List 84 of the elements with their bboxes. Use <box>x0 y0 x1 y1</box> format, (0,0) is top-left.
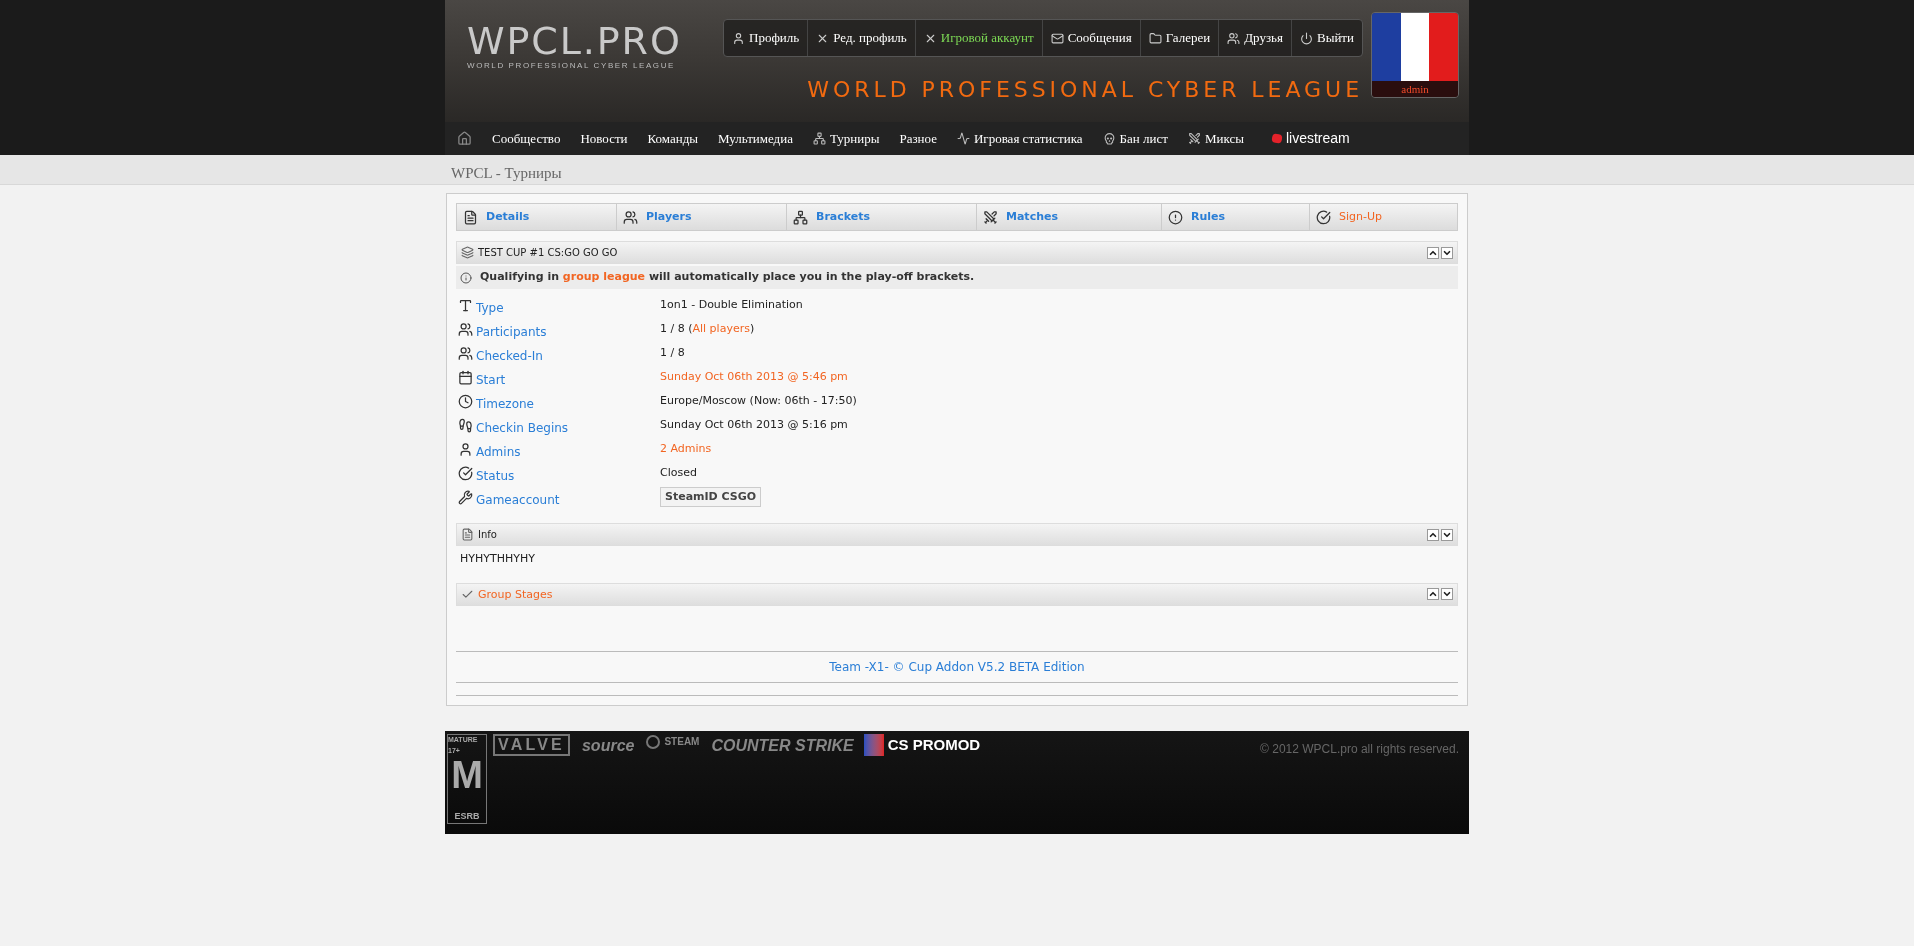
nav-item[interactable]: Мультимедиа <box>718 128 793 149</box>
nav-item[interactable]: Турниры <box>812 128 880 149</box>
nav-item-icon <box>1102 132 1116 145</box>
tournament-title: TEST CUP #1 CS:GO GO GO <box>478 246 618 260</box>
nav-item[interactable]: Новости <box>580 128 628 149</box>
user-menu-item[interactable]: Галереи <box>1140 20 1220 56</box>
addon-credit-link[interactable]: Team -X1- © Cup Addon V5.2 BETA Edition <box>829 659 1085 674</box>
field-icon <box>458 369 473 385</box>
home-icon[interactable] <box>457 131 472 146</box>
field-label: Gameaccount <box>476 491 560 509</box>
expand-up-icon[interactable] <box>1427 588 1439 600</box>
live-icon <box>1271 133 1283 144</box>
collapse-down-icon[interactable] <box>1441 246 1453 259</box>
field-label: Participants <box>476 323 547 341</box>
tab-icon <box>793 209 808 225</box>
steam-logo: STEAM <box>646 734 700 749</box>
nav-item-icon <box>812 132 826 145</box>
expand-up-icon[interactable] <box>1427 246 1439 259</box>
menu-item-icon <box>732 31 746 45</box>
field-value: 1 / 8 <box>660 344 685 361</box>
copyright-text: © 2012 WPCL.pro all rights reserved. <box>1260 741 1460 758</box>
field-label: Start <box>476 371 506 389</box>
collapse-down-icon[interactable] <box>1441 528 1453 541</box>
tagline: WORLD PROFESSIONAL CYBER LEAGUE <box>807 79 1363 101</box>
field-label: Checkin Begins <box>476 419 569 437</box>
expand-up-icon[interactable] <box>1427 528 1439 541</box>
livestream-link[interactable]: livestream <box>1271 128 1350 149</box>
sponsor-logo: COUNTER STRIKE <box>711 736 854 756</box>
site-logo[interactable]: WPCL.PRO <box>467 22 705 60</box>
valve-logo: VALVE <box>493 734 570 756</box>
menu-item-icon <box>1300 31 1313 45</box>
info-title: Info <box>478 528 497 542</box>
nav-item[interactable]: Бан лист <box>1102 128 1168 149</box>
field-label: Checked-In <box>476 347 543 365</box>
menu-item-icon <box>1148 31 1162 45</box>
tab-icon <box>983 209 998 225</box>
nav-item-icon <box>956 132 970 145</box>
user-menu-item[interactable]: Ред. профиль <box>808 20 916 56</box>
nav-item[interactable]: Разное <box>899 128 937 149</box>
cup-icon <box>461 246 474 259</box>
user-menu-item[interactable]: Сообщения <box>1042 20 1141 56</box>
field-value: Europe/Moscow (Now: 06th - 17:50) <box>660 392 857 409</box>
field-value: Sunday Oct 06th 2013 @ 5:16 pm <box>660 416 848 433</box>
menu-item-icon <box>1050 31 1064 45</box>
collapse-down-icon[interactable] <box>1441 588 1453 600</box>
tab-icon <box>463 209 478 225</box>
nav-item[interactable]: Игровая статистика <box>956 128 1083 149</box>
field-icon <box>458 297 473 313</box>
nav-item[interactable]: Миксы <box>1187 128 1244 149</box>
info-text: HYHYTHHYHY <box>459 551 536 567</box>
gameaccount-badge: SteamID CSGO <box>660 486 762 508</box>
user-menu-item[interactable]: Друзья <box>1219 20 1292 56</box>
sponsor-logo: source <box>581 736 635 756</box>
user-avatar[interactable]: admin <box>1371 12 1459 98</box>
tab-icon <box>1316 209 1331 225</box>
menu-item-icon <box>1227 31 1241 45</box>
page-title: WPCL - Турниры <box>451 165 562 181</box>
user-menu-item[interactable]: Профиль <box>724 20 809 56</box>
nav-item-icon <box>1187 132 1201 145</box>
user-menu-item[interactable]: Выйти <box>1292 20 1362 56</box>
logo-subtitle: WORLD PROFESSIONAL CYBER LEAGUE <box>467 60 676 72</box>
field-value: 1 / 8 (All players) <box>660 320 755 337</box>
user-menu-item[interactable]: Игровой аккаунт <box>915 20 1043 56</box>
field-label: Type <box>476 299 504 317</box>
field-label: Status <box>476 467 515 485</box>
field-icon <box>458 393 473 409</box>
field-icon <box>458 441 473 457</box>
field-icon <box>458 417 473 433</box>
field-icon <box>458 465 473 481</box>
field-value: 1on1 - Double Elimination <box>660 296 803 313</box>
field-icon <box>458 489 473 505</box>
field-value: Closed <box>660 464 697 481</box>
cs-promod-logo: CS PROMOD <box>863 734 981 757</box>
field-label: Admins <box>476 443 521 461</box>
info-icon <box>460 271 472 284</box>
nav-item[interactable]: Сообщество <box>492 128 561 149</box>
tab-icon <box>1168 209 1183 225</box>
field-icon <box>458 345 473 361</box>
document-icon <box>461 528 474 541</box>
field-label: Timezone <box>476 395 534 413</box>
field-icon <box>458 321 473 337</box>
tab-icon <box>623 209 638 225</box>
nav-item[interactable]: Команды <box>647 128 699 149</box>
notice-text: Qualifying in group league will automatically place you in the play-off brackets. <box>480 269 975 286</box>
